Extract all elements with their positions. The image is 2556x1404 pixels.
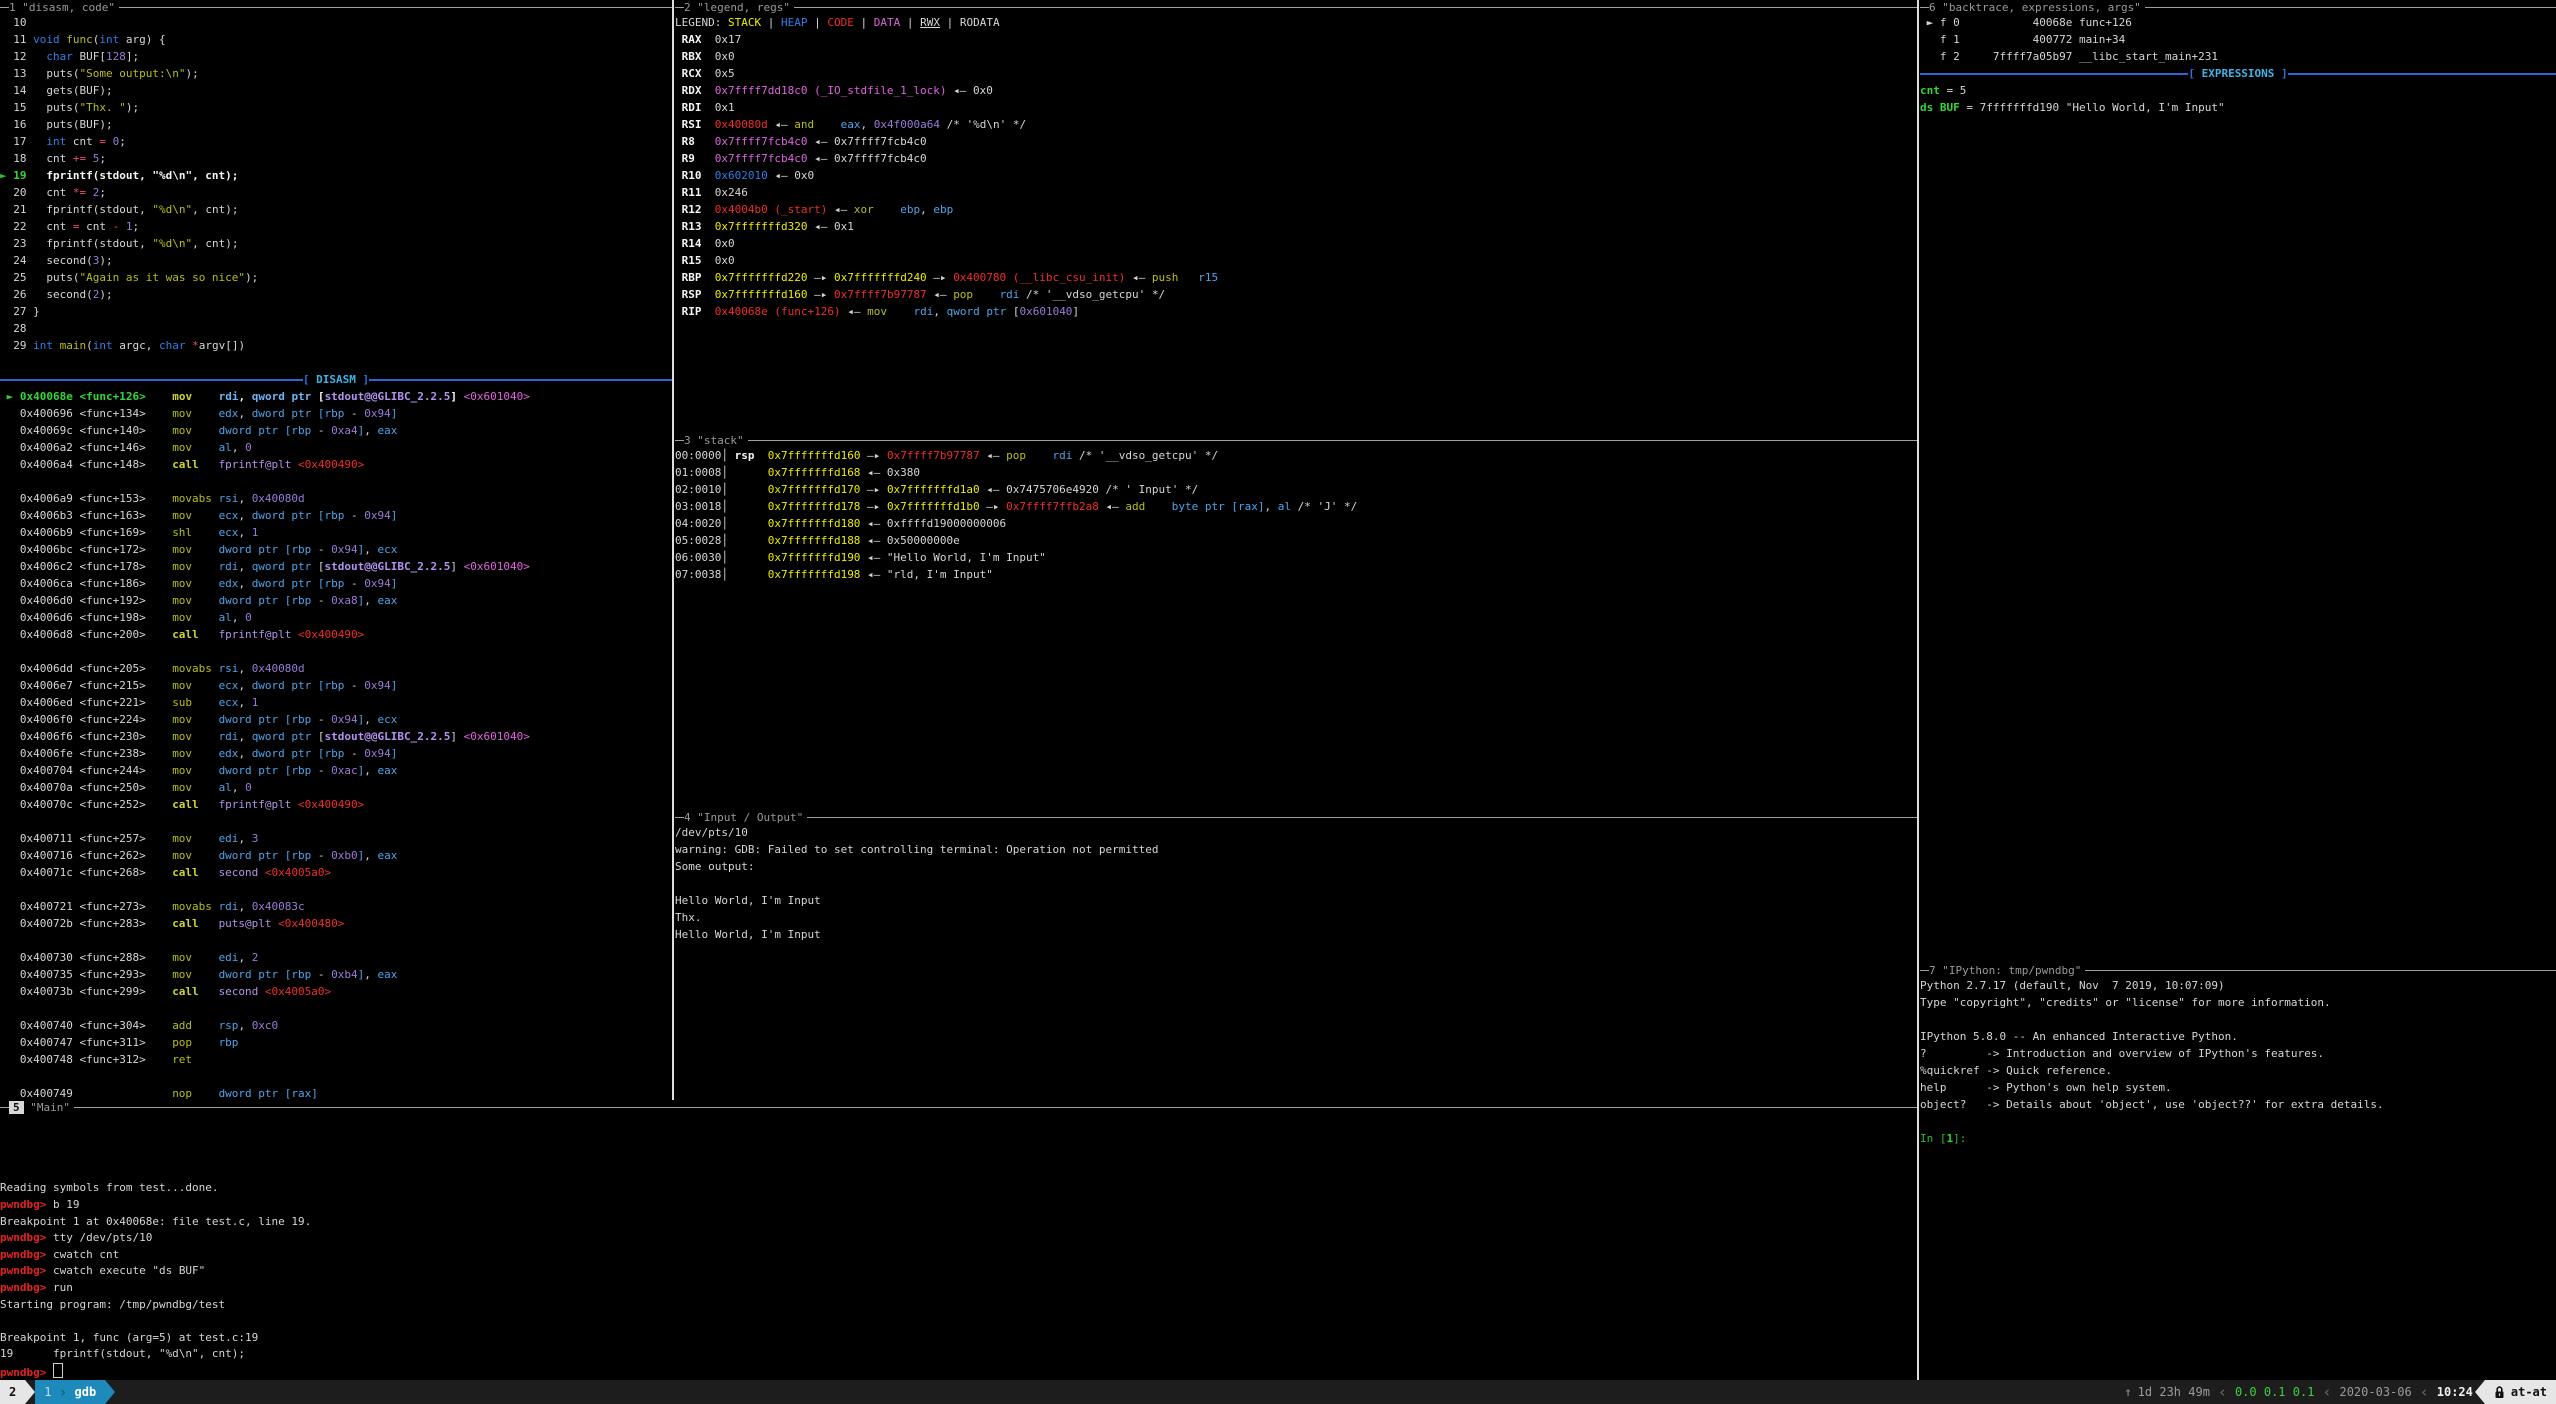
status-date: 2020-03-06 xyxy=(2339,1385,2411,1399)
session-index-badge[interactable]: 2 xyxy=(0,1380,25,1404)
chevron-left-icon: ‹ xyxy=(2322,1383,2331,1401)
pane-title-label: "stack" xyxy=(691,434,748,447)
pane-number: 2 xyxy=(684,1,691,14)
pane-number: 1 xyxy=(9,1,16,14)
pane-main-title: 5 "Main" xyxy=(0,1100,1917,1114)
chevron-right-icon: › xyxy=(58,1383,67,1401)
border-line xyxy=(1920,7,1929,8)
powerline-separator-icon xyxy=(105,1380,115,1404)
border-line xyxy=(0,1107,9,1108)
window-name: gdb xyxy=(75,1385,97,1399)
pane-number: 4 xyxy=(684,811,691,824)
pane-stack-title: 3 "stack" xyxy=(675,433,1917,447)
pane-number: 6 xyxy=(1929,1,1936,14)
load-average: 0.0 0.1 0.1 xyxy=(2235,1385,2314,1399)
pane-program-io[interactable]: 4 "Input / Output" /dev/pts/10warning: G… xyxy=(675,810,1917,1100)
border-line xyxy=(2085,970,2556,971)
status-left: 2 1 › gdb xyxy=(0,1380,115,1404)
border-line xyxy=(807,817,1917,818)
border-line xyxy=(74,1107,1917,1108)
chevron-left-icon: ‹ xyxy=(2420,1383,2429,1401)
lock-icon xyxy=(2494,1386,2505,1399)
border-line xyxy=(748,440,1917,441)
pane-number: 7 xyxy=(1929,964,1936,977)
pane-border-vertical-right[interactable] xyxy=(1917,0,1919,1380)
status-right: ↑ 1d 23h 49m ‹ 0.0 0.1 0.1 ‹ 2020-03-06 … xyxy=(2124,1380,2556,1404)
pane-number: 3 xyxy=(684,434,691,447)
pane-io-title: 4 "Input / Output" xyxy=(675,810,1917,824)
pane-title-label: "backtrace, expressions, args" xyxy=(1936,1,2145,14)
border-line xyxy=(119,7,672,8)
window-tab-gdb[interactable]: 1 › gdb xyxy=(35,1380,105,1404)
uptime-value: 1d 23h 49m xyxy=(2138,1385,2210,1399)
gdb-console-content[interactable]: Reading symbols from test...done.pwndbg>… xyxy=(0,1114,1917,1380)
registers-content: LEGEND: STACK | HEAP | CODE | DATA | RWX… xyxy=(675,14,1917,320)
pane-border-vertical-left[interactable] xyxy=(672,0,674,1100)
backtrace-content: ► f 0 40068e func+126 f 1 400772 main+34… xyxy=(1920,14,2556,116)
program-io-content: /dev/pts/10warning: GDB: Failed to set c… xyxy=(675,824,1917,943)
border-line xyxy=(675,817,684,818)
hostname-segment: at-at xyxy=(2485,1380,2556,1404)
pane-title-label: "disasm, code" xyxy=(16,1,119,14)
pane-title-label: "Input / Output" xyxy=(691,811,808,824)
pane-disasm-title: 1 "disasm, code" xyxy=(0,0,672,14)
pane-backtrace-expressions[interactable]: 6 "backtrace, expressions, args" ► f 0 4… xyxy=(1920,0,2556,963)
border-line xyxy=(0,7,9,8)
pane-title-label: "IPython: tmp/pwndbg" xyxy=(1936,964,2086,977)
stack-content: 00:0000│ rsp 0x7fffffffd160 —▸ 0x7ffff7b… xyxy=(675,447,1917,583)
hostname: at-at xyxy=(2511,1385,2547,1399)
pane-backtrace-title: 6 "backtrace, expressions, args" xyxy=(1920,0,2556,14)
window-number: 1 xyxy=(44,1385,51,1399)
tmux-status-bar: 2 1 › gdb ↑ 1d 23h 49m ‹ 0.0 0.1 0.1 ‹ 202… xyxy=(0,1380,2556,1404)
border-line xyxy=(675,440,684,441)
pane-stack[interactable]: 3 "stack" 00:0000│ rsp 0x7fffffffd160 —▸… xyxy=(675,433,1917,810)
ipython-content[interactable]: Python 2.7.17 (default, Nov 7 2019, 10:0… xyxy=(1920,977,2556,1147)
pane-disasm-code[interactable]: 1 "disasm, code" 10 11 void func(int arg… xyxy=(0,0,672,1100)
pane-main-gdb[interactable]: 5 "Main" Reading symbols from test...don… xyxy=(0,1100,1917,1380)
pane-title-label: "legend, regs" xyxy=(691,1,794,14)
border-line xyxy=(1920,970,1929,971)
pane-ipython[interactable]: 7 "IPython: tmp/pwndbg" Python 2.7.17 (d… xyxy=(1920,963,2556,1380)
uptime-arrow-icon: ↑ xyxy=(2124,1385,2131,1399)
powerline-separator-icon xyxy=(2475,1380,2485,1404)
pane-regs-title: 2 "legend, regs" xyxy=(675,0,1917,14)
powerline-separator-icon xyxy=(25,1380,35,1404)
disasm-code-content: 10 11 void func(int arg) { 12 char BUF[1… xyxy=(0,14,672,1100)
status-time: 10:24 xyxy=(2437,1385,2473,1399)
border-line xyxy=(675,7,684,8)
tmux-screen: 1 "disasm, code" 10 11 void func(int arg… xyxy=(0,0,2556,1404)
active-pane-number-badge: 5 xyxy=(9,1101,24,1114)
pane-title-label: "Main" xyxy=(24,1101,74,1114)
pane-ipython-title: 7 "IPython: tmp/pwndbg" xyxy=(1920,963,2556,977)
border-line xyxy=(794,7,1917,8)
chevron-left-icon: ‹ xyxy=(2218,1383,2227,1401)
pane-registers[interactable]: 2 "legend, regs" LEGEND: STACK | HEAP | … xyxy=(675,0,1917,433)
border-line xyxy=(2145,7,2556,8)
